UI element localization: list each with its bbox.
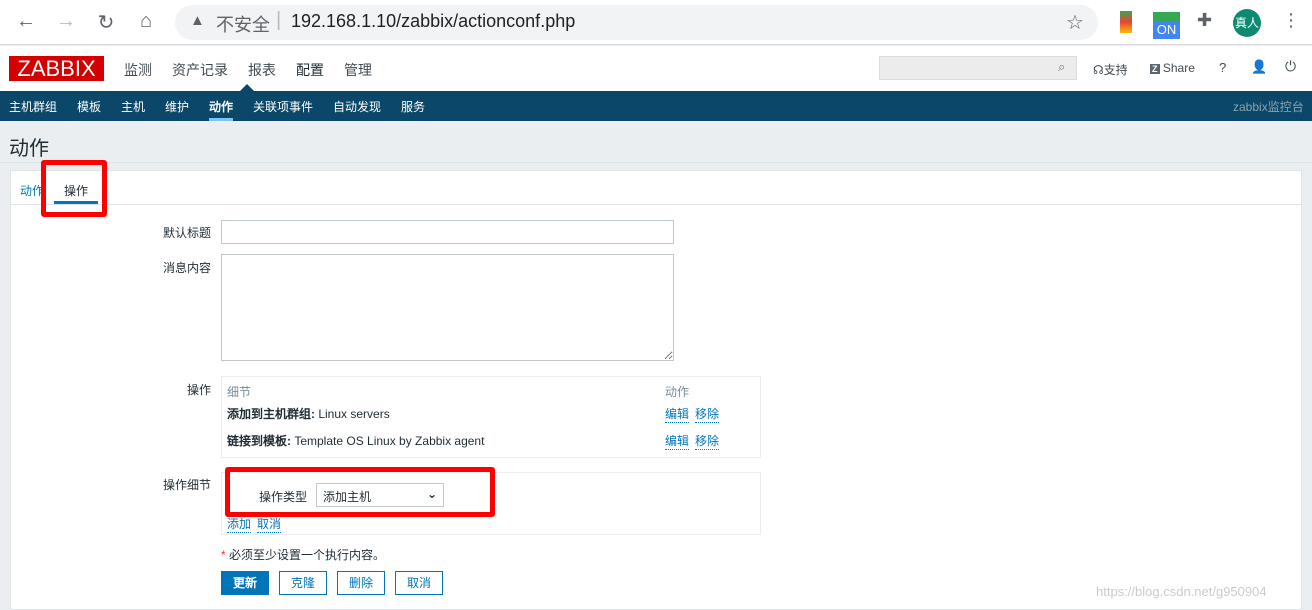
update-button[interactable]: 更新: [221, 571, 269, 595]
operation-details-label: 操作细节: [162, 478, 211, 492]
share-link[interactable]: Z Share: [1150, 61, 1195, 75]
url-text[interactable]: 192.168.1.10/zabbix/actionconf.php: [291, 11, 575, 32]
extension-on-icon[interactable]: ON: [1153, 12, 1180, 39]
active-underline: [209, 118, 233, 121]
cancel-button[interactable]: 取消: [395, 571, 443, 595]
subnav-actions[interactable]: 动作: [209, 98, 233, 115]
subnav-services[interactable]: 服务: [401, 98, 425, 115]
warning-icon: ▲: [190, 12, 205, 29]
remove-link[interactable]: 移除: [695, 405, 720, 423]
extension-icon[interactable]: [1120, 11, 1132, 33]
support-link[interactable]: ☊支持: [1093, 61, 1128, 78]
message-label: 消息内容: [162, 261, 211, 275]
subnav-hosts[interactable]: 主机: [121, 98, 145, 115]
power-icon[interactable]: ⏻: [1285, 58, 1296, 75]
active-indicator: [240, 84, 254, 91]
subnav-server-name: zabbix监控台: [1233, 100, 1304, 114]
page-title: 动作: [9, 138, 49, 160]
search-input[interactable]: [879, 56, 1077, 80]
back-icon[interactable]: ←: [14, 10, 38, 33]
home-icon[interactable]: ⌂: [134, 10, 158, 33]
sub-navigation: [0, 91, 1312, 121]
table-row: 添加到主机群组: Linux servers: [227, 407, 390, 421]
subnav-correlation[interactable]: 关联项事件: [253, 98, 313, 115]
add-link[interactable]: 添加: [227, 515, 252, 533]
avatar[interactable]: 真人: [1233, 9, 1261, 37]
menu-reports[interactable]: 报表: [248, 60, 276, 80]
star-icon[interactable]: ☆: [1066, 10, 1084, 35]
table-row: 链接到模板: Template OS Linux by Zabbix agent: [227, 434, 485, 448]
highlight-box: [41, 160, 107, 217]
help-icon[interactable]: ?: [1219, 60, 1226, 75]
col-details: 细节: [227, 385, 252, 399]
menu-monitoring[interactable]: 监测: [124, 60, 152, 80]
headset-icon: ☊: [1093, 63, 1104, 77]
subnav-host-groups[interactable]: 主机群组: [9, 98, 57, 115]
default-subject-input[interactable]: [221, 220, 674, 244]
subnav-templates[interactable]: 模板: [77, 98, 101, 115]
cancel-link[interactable]: 取消: [257, 515, 282, 533]
forward-icon[interactable]: →: [54, 10, 78, 33]
delete-button[interactable]: 删除: [337, 571, 385, 595]
menu-inventory[interactable]: 资产记录: [172, 60, 228, 80]
subnav-discovery[interactable]: 自动发现: [333, 98, 381, 115]
highlight-box: [225, 467, 495, 517]
watermark: https://blog.csdn.net/g950904: [1096, 584, 1267, 599]
security-label: 不安全: [216, 15, 270, 35]
reload-icon[interactable]: ↻: [94, 10, 118, 35]
message-textarea[interactable]: [221, 254, 674, 361]
clone-button[interactable]: 克隆: [279, 571, 327, 595]
search-icon[interactable]: ⌕: [1058, 59, 1065, 75]
menu-configuration[interactable]: 配置: [296, 60, 324, 80]
default-subject-label: 默认标题: [162, 226, 211, 240]
menu-administration[interactable]: 管理: [344, 60, 372, 80]
zabbix-logo[interactable]: ZABBIX: [9, 56, 104, 81]
user-icon[interactable]: 👤: [1251, 59, 1267, 75]
zabbix-share-icon: Z: [1150, 64, 1160, 74]
edit-link[interactable]: 编辑: [665, 432, 690, 450]
required-note: * 必须至少设置一个执行内容。: [221, 548, 386, 562]
edit-link[interactable]: 编辑: [665, 405, 690, 423]
menu-icon[interactable]: ⋮: [1282, 10, 1300, 31]
col-action: 动作: [665, 385, 690, 399]
puzzle-icon[interactable]: ✚: [1197, 10, 1212, 31]
operations-label: 操作: [186, 383, 211, 397]
subnav-maintenance[interactable]: 维护: [165, 98, 189, 115]
remove-link[interactable]: 移除: [695, 432, 720, 450]
